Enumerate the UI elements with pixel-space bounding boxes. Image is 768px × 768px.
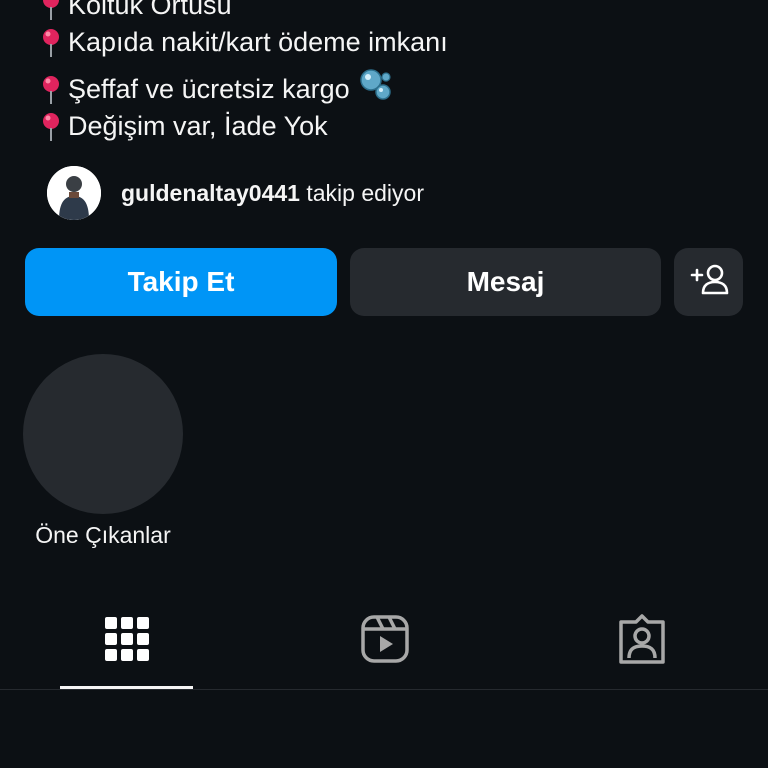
avatar[interactable] [47,166,101,220]
followed-by-row[interactable]: guldenaltay0441 takip ediyor [47,165,424,221]
message-button-label: Mesaj [466,266,545,297]
grid-icon [104,616,149,666]
followed-by-suffix: takip ediyor [306,179,424,206]
followed-by-text: guldenaltay0441 takip ediyor [121,180,424,207]
round-pushpin-icon [38,109,68,143]
bio-line-3: Şeffaf ve ücretsiz kargo [38,67,394,111]
highlight-new-circle[interactable] [23,354,183,514]
follow-button[interactable]: Takip Et [25,248,337,316]
tab-posts-grid[interactable] [60,606,193,676]
add-user-button[interactable] [674,248,743,316]
reels-icon [360,614,410,669]
tab-reels[interactable] [318,606,451,676]
message-button[interactable]: Mesaj [350,248,661,316]
bio-line-2: Kapıda nakit/kart ödeme imkanı [38,25,448,59]
followed-by-username[interactable]: guldenaltay0441 [121,180,300,206]
bio-line-4: Değişim var, İade Yok [38,109,328,143]
round-pushpin-icon [38,72,68,106]
bio-text: Şeffaf ve ücretsiz kargo [68,74,350,104]
highlights-label: Öne Çıkanlar [35,522,171,548]
bubbles-icon [358,67,394,111]
bio-line-1: Koltuk Örtüsü [38,0,232,22]
tab-tagged[interactable] [575,606,708,676]
tab-divider [0,689,768,690]
follow-button-label: Takip Et [127,266,235,297]
round-pushpin-icon [38,25,68,59]
round-pushpin-icon [38,0,68,22]
tagged-icon [617,613,667,669]
bio-text: Değişim var, İade Yok [68,111,328,141]
bio-text: Kapıda nakit/kart ödeme imkanı [68,27,448,57]
bio-text: Koltuk Örtüsü [68,0,232,20]
add-user-icon [689,262,729,303]
